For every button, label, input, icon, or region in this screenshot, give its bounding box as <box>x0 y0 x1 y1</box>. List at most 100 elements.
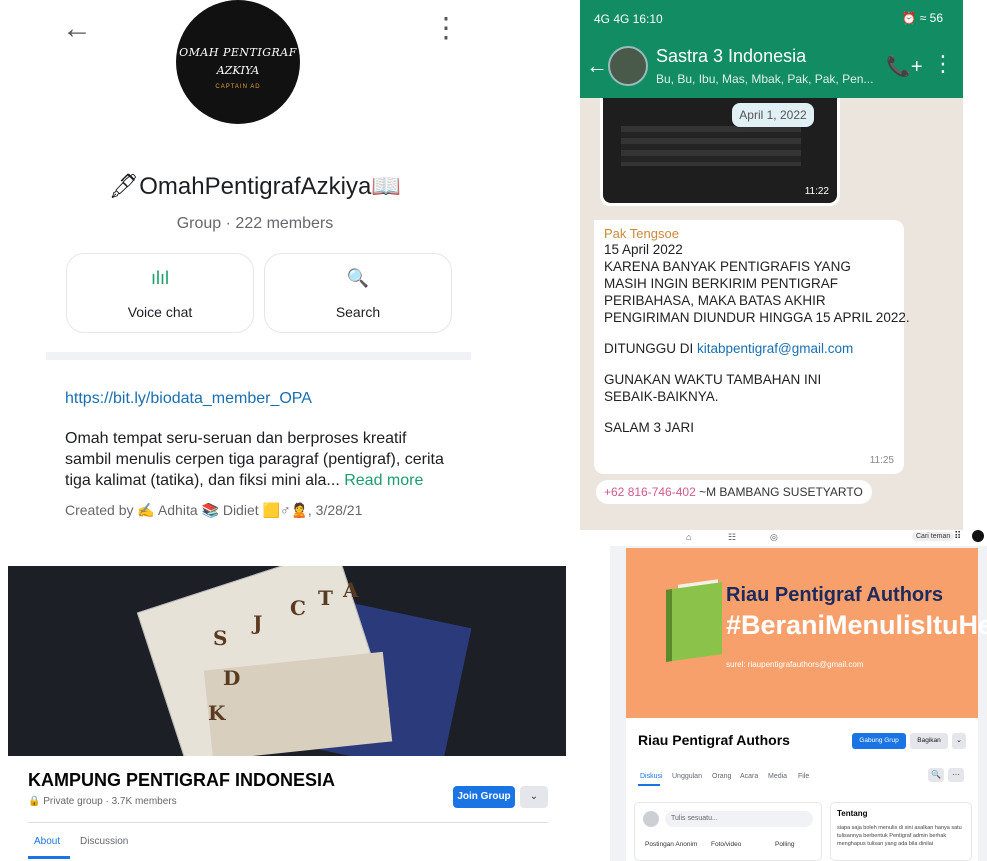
messenger-icon[interactable] <box>972 530 984 542</box>
message-time: 11:25 <box>869 455 894 466</box>
message-line: MASIH INGIN BERKIRIM PENTIGRAF <box>604 276 839 291</box>
sender-phone: +62 816-746-402 <box>604 485 696 499</box>
date-badge: April 1, 2022 <box>732 103 814 127</box>
voice-chat-label: Voice chat <box>127 304 193 320</box>
active-tab-indicator <box>28 856 70 859</box>
anonymous-post-button[interactable]: Postingan Anonim <box>645 841 697 848</box>
tab-discussion[interactable]: Discussion <box>80 836 128 847</box>
sender-name: ~M BAMBANG SUSETYARTO <box>699 485 863 499</box>
message-line: KARENA BANYAK PENTIGRAFIS YANG <box>604 259 851 274</box>
search-label: Search <box>335 304 381 320</box>
compose-input[interactable]: Tulis sesuatu... <box>665 811 813 827</box>
post-composer: Tulis sesuatu... Postingan Anonim Foto/v… <box>634 802 822 861</box>
chat-members: Bu, Bu, Ibu, Mas, Mbak, Pak, Pak, Pen... <box>656 72 874 86</box>
voice-wave-icon: ılıl <box>151 268 169 288</box>
tab-acara[interactable]: Acara <box>740 773 758 780</box>
next-sender-pill[interactable]: +62 816-746-402 ~M BAMBANG SUSETYARTO <box>596 480 872 504</box>
message-wait-line: DITUNGGU DI kitabpentigraf@gmail.com <box>604 340 894 357</box>
group-name: Riau Pentigraf Authors <box>638 732 790 748</box>
green-book-illustration <box>666 582 722 662</box>
cover-title: Riau Pentigraf Authors <box>726 584 944 606</box>
read-more-link[interactable]: Read more <box>344 472 423 489</box>
group-cover-photo: Riau Pentigraf Authors #BeraniMenulisItu… <box>626 548 987 718</box>
more-options-icon[interactable]: ··· <box>948 768 964 782</box>
logo-text-line3: CAPTAIN AD <box>215 84 261 90</box>
cover-letter: T <box>318 586 333 610</box>
divider <box>28 822 548 823</box>
cover-email: surel: riaupentigrafauthors@gmail.com <box>726 660 864 669</box>
biodata-link[interactable]: https://bit.ly/biodata_member_OPA <box>65 390 312 408</box>
message-line: 15 April 2022 <box>604 242 683 257</box>
group-description: Omah tempat seru-seruan dan berproses kr… <box>65 428 455 491</box>
riau-group-panel: ⌂ ☷ ◎ Cari teman ⠿ Riau Pentigraf Author… <box>610 530 987 861</box>
cover-letter: C <box>290 596 306 620</box>
search-button[interactable]: 🔍 Search <box>264 253 452 333</box>
groups-icon[interactable]: ◎ <box>770 532 778 543</box>
group-name: 🖋OmahPentigrafAzkiya📖 <box>108 173 402 200</box>
cover-letter: D <box>223 666 241 690</box>
about-title: Tentang <box>837 809 868 818</box>
chevron-down-icon[interactable]: ⌄ <box>952 733 966 749</box>
friends-icon[interactable]: ☷ <box>728 532 736 543</box>
whatsapp-chat-panel: 4G 4G 16:10 ⏰ ≈ 56 ← Sastra 3 Indonesia … <box>580 0 963 530</box>
tab-media[interactable]: Media <box>768 773 787 780</box>
add-call-icon[interactable]: 📞+ <box>886 54 923 79</box>
group-avatar[interactable] <box>608 46 648 86</box>
message-line: PENGIRIMAN DIUNDUR HINGGA 15 APRIL 2022. <box>604 310 910 325</box>
group-header: Riau Pentigraf Authors Gabung Grup Bagik… <box>626 718 978 861</box>
group-cover-photo: S J C T A D K <box>8 566 566 756</box>
menu-grid-icon[interactable]: ⠿ <box>954 531 961 542</box>
back-arrow-icon[interactable]: ← <box>62 14 92 44</box>
status-icons: ⏰ ≈ 56 <box>901 11 943 25</box>
search-icon: 🔍 <box>346 268 370 288</box>
logo-text-line1: OMAH PENTIGRAF <box>179 46 297 59</box>
message-line: SEBAIK-BAIKNYA. <box>604 389 719 404</box>
chat-group-name[interactable]: Sastra 3 Indonesia <box>656 46 806 67</box>
kampung-group-panel: S J C T A D K KAMPUNG PENTIGRAF INDONESI… <box>8 566 588 861</box>
join-group-button[interactable]: Join Group <box>453 786 515 808</box>
tab-unggulan[interactable]: Unggulan <box>672 773 702 780</box>
status-time: 4G 4G 16:10 <box>594 12 663 26</box>
message-line: GUNAKAN WAKTU TAMBAHAN INI <box>604 372 822 387</box>
status-bar: 4G 4G 16:10 ⏰ ≈ 56 <box>580 0 963 36</box>
more-options-icon[interactable]: ⋮ <box>932 52 954 77</box>
cover-letter: S <box>213 626 228 650</box>
tab-file[interactable]: File <box>798 773 809 780</box>
group-privacy-meta: 🔒 Private group · 3.7K members <box>28 796 177 807</box>
home-icon[interactable]: ⌂ <box>686 532 691 542</box>
section-divider <box>46 352 471 360</box>
about-card: Tentang siapa saja boleh menulis di sini… <box>830 802 972 861</box>
blurred-next-message <box>676 506 796 530</box>
tab-diskusi[interactable]: Diskusi <box>640 773 663 780</box>
message-line: PERIBAHASA, MAKA BATAS AKHIR <box>604 293 826 308</box>
group-title: KAMPUNG PENTIGRAF INDONESIA <box>28 770 336 790</box>
voice-chat-button[interactable]: ılıl Voice chat <box>66 253 254 333</box>
find-friends-button[interactable]: Cari teman <box>912 532 955 541</box>
message-sender[interactable]: Pak Tengsoe <box>604 226 894 241</box>
chevron-down-icon[interactable]: ⌄ <box>520 786 548 808</box>
cover-letter: K <box>208 701 226 725</box>
active-tab-indicator <box>638 784 660 786</box>
tab-about[interactable]: About <box>34 836 60 847</box>
cover-hashtag: #BeraniMenulisItuHebat <box>726 610 987 640</box>
photo-video-button[interactable]: Foto/video <box>711 841 741 848</box>
cover-letter: A <box>343 578 359 602</box>
facebook-top-bar: ⌂ ☷ ◎ Cari teman ⠿ <box>610 530 987 546</box>
poll-button[interactable]: Polling <box>775 841 795 848</box>
back-arrow-icon[interactable]: ← <box>586 53 608 79</box>
about-text: siapa saja boleh menulis di sini asalkan… <box>837 825 962 847</box>
chat-header: ← Sastra 3 Indonesia Bu, Bu, Ibu, Mas, M… <box>580 36 963 98</box>
wait-prefix: DITUNGGU DI <box>604 341 697 356</box>
cover-letter: J <box>253 611 263 635</box>
image-time: 11:22 <box>804 186 829 197</box>
omah-group-panel: ← OMAH PENTIGRAF AZKIYA CAPTAIN AD ⋮ 🖋Om… <box>0 0 510 530</box>
tab-orang[interactable]: Orang <box>712 773 731 780</box>
group-logo: OMAH PENTIGRAF AZKIYA CAPTAIN AD <box>176 0 300 124</box>
email-link[interactable]: kitabpentigraf@gmail.com <box>697 341 853 356</box>
join-group-button[interactable]: Gabung Grup <box>852 733 906 749</box>
search-icon[interactable]: 🔍 <box>928 768 944 782</box>
message-line: SALAM 3 JARI <box>604 420 695 435</box>
share-button[interactable]: Bagikan <box>910 733 948 749</box>
more-options-icon[interactable]: ⋮ <box>432 14 460 42</box>
group-member-count: Group · 222 members <box>176 215 334 232</box>
